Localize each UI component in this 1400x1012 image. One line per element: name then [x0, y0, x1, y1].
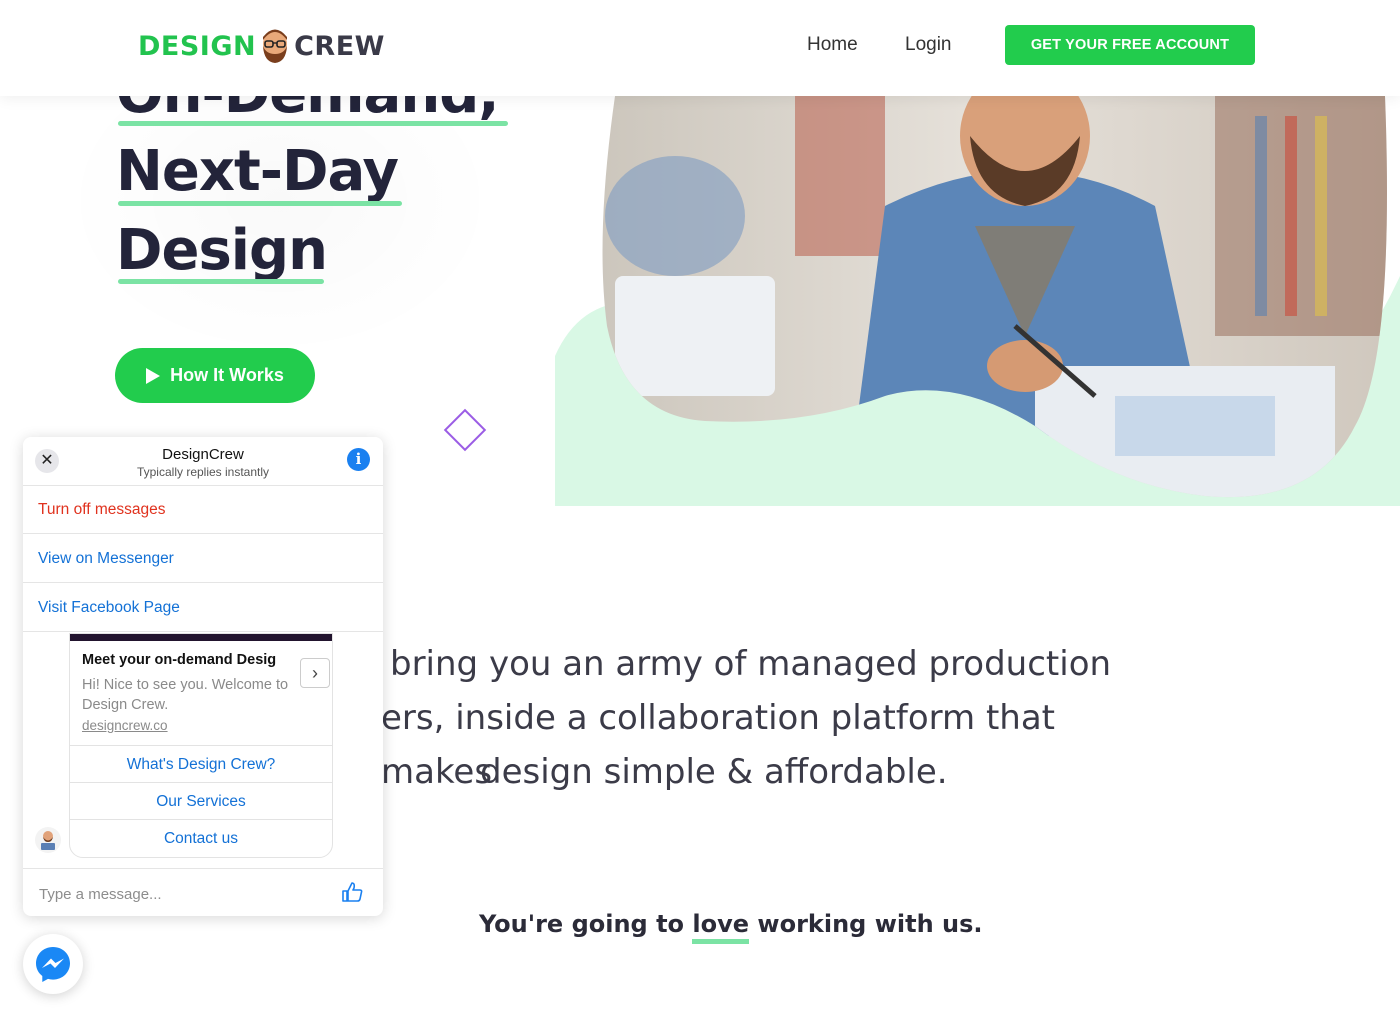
info-icon[interactable]: i: [347, 448, 370, 471]
tagline-before: You're going to: [479, 910, 693, 938]
headline-text-3: Design: [116, 218, 328, 283]
headline-underline-1: [118, 121, 508, 126]
visit-facebook-page-item[interactable]: Visit Facebook Page: [23, 584, 383, 632]
hero-photo: [555, 96, 1400, 506]
chat-header: ✕ DesignCrew Typically replies instantly…: [23, 437, 383, 486]
turn-off-messages-item[interactable]: Turn off messages: [23, 486, 383, 534]
logo-word-crew: CREW: [294, 30, 385, 62]
card-link[interactable]: designcrew.co: [82, 718, 168, 733]
thumbs-up-icon[interactable]: [341, 881, 363, 903]
contact-us-button[interactable]: Contact us: [70, 819, 332, 857]
play-icon: [146, 367, 161, 384]
message-input[interactable]: [37, 881, 331, 907]
nav-login-link[interactable]: Login: [905, 34, 952, 56]
welcome-card: Meet your on-demand Desig Hi! Nice to se…: [69, 633, 333, 858]
messenger-icon: [36, 947, 70, 982]
view-on-messenger-item[interactable]: View on Messenger: [23, 535, 383, 583]
chat-status: Typically replies instantly: [136, 465, 270, 479]
nav-home-link[interactable]: Home: [807, 34, 858, 56]
tagline: You're going to love working with us.: [479, 910, 983, 938]
message-composer: [23, 868, 383, 916]
headline-text-2: Next-Day: [116, 139, 399, 204]
bearded-face-icon: [263, 29, 288, 63]
card-image-strip: [70, 634, 332, 641]
headline-underline-3: [118, 279, 324, 284]
how-it-works-button[interactable]: How It Works: [115, 348, 315, 403]
messenger-launcher-button[interactable]: [23, 934, 83, 994]
tagline-after: working with us.: [749, 910, 983, 938]
logo-word-design: DESIGN: [138, 30, 257, 62]
logo[interactable]: DESIGN CREW: [138, 24, 385, 68]
get-free-account-button[interactable]: GET YOUR FREE ACCOUNT: [1005, 25, 1255, 65]
avatar: [35, 827, 61, 853]
decorative-diamond: [443, 408, 487, 452]
headline-line-3: Design: [116, 223, 328, 284]
chat-page-name: DesignCrew: [162, 446, 244, 463]
our-services-button[interactable]: Our Services: [70, 782, 332, 820]
headline-underline-2: [118, 201, 402, 206]
site-header: DESIGN CREW Home Login GET YOUR FREE ACC…: [0, 0, 1400, 96]
messenger-chat-widget: ✕ DesignCrew Typically replies instantly…: [23, 437, 383, 916]
intro-line-1: bring you an army of managed production: [390, 644, 1112, 684]
headline-line-2: Next-Day: [116, 144, 402, 206]
intro-line-3: design simple & affordable.: [480, 752, 948, 792]
card-title: Meet your on-demand Desig: [82, 652, 277, 668]
tagline-highlight: love: [692, 910, 750, 938]
how-it-works-label: How It Works: [170, 365, 284, 385]
chevron-right-icon[interactable]: ›: [300, 658, 330, 688]
card-description: Hi! Nice to see you. Welcome to Design C…: [82, 677, 289, 713]
whats-design-crew-button[interactable]: What's Design Crew?: [70, 745, 332, 783]
